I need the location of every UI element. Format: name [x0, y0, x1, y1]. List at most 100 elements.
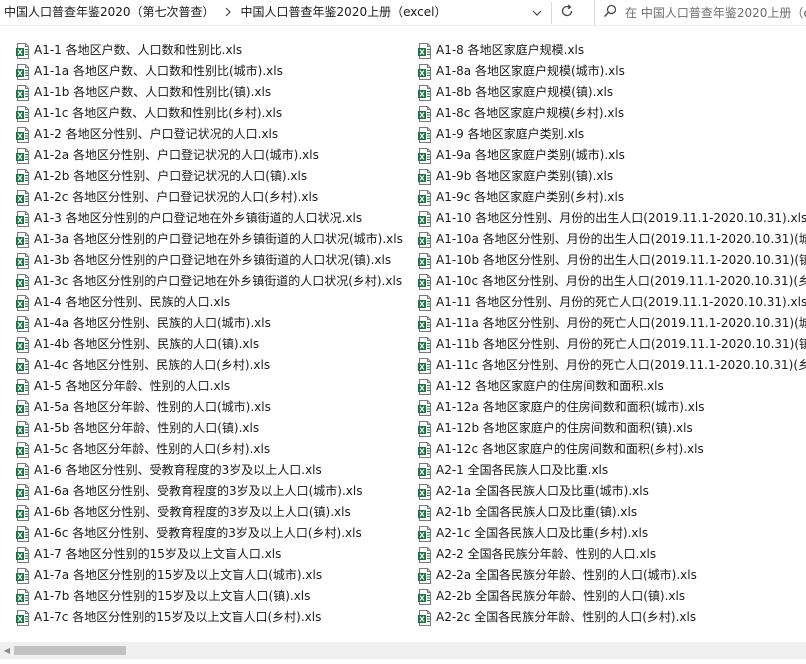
excel-file-icon — [16, 126, 30, 143]
breadcrumb: 中国人口普查年鉴2020（第七次普查） 中国人口普查年鉴2020上册（excel… — [0, 0, 523, 25]
file-item[interactable]: A1-12c 各地区家庭户的住房间数和面积(乡村).xls — [416, 439, 806, 460]
search-input[interactable] — [625, 5, 806, 20]
file-item[interactable]: A1-5c 各地区分年龄、性别的人口(乡村).xls — [14, 439, 414, 460]
file-item[interactable]: A2-1a 全国各民族人口及比重(城市).xls — [416, 481, 806, 502]
file-item[interactable]: A1-2a 各地区分性别、户口登记状况的人口(城市).xls — [14, 145, 414, 166]
file-name: A1-9b 各地区家庭户类别(镇).xls — [436, 169, 614, 183]
file-item[interactable]: A1-1a 各地区户数、人口数和性别比(城市).xls — [14, 61, 414, 82]
file-item[interactable]: A1-3 各地区分性别的户口登记地在外乡镇街道的人口状况.xls — [14, 208, 414, 229]
file-item[interactable]: A1-9b 各地区家庭户类别(镇).xls — [416, 166, 806, 187]
file-item[interactable]: A1-9c 各地区家庭户类别(乡村).xls — [416, 187, 806, 208]
file-item[interactable]: A1-6c 各地区分性别、受教育程度的3岁及以上人口(乡村).xls — [14, 523, 414, 544]
file-name: A1-3a 各地区分性别的户口登记地在外乡镇街道的人口状况(城市).xls — [34, 232, 403, 246]
file-name: A1-8 各地区家庭户规模.xls — [436, 43, 585, 57]
file-item[interactable]: A2-2 全国各民族分年龄、性别的人口.xls — [416, 544, 806, 565]
file-item[interactable]: A1-4b 各地区分性别、民族的人口(镇).xls — [14, 334, 414, 355]
file-name: A1-9 各地区家庭户类别.xls — [436, 127, 585, 141]
horizontal-scrollbar[interactable]: ◀ — [0, 642, 806, 659]
file-item[interactable]: A2-1 全国各民族人口及比重.xls — [416, 460, 806, 481]
file-item[interactable]: A2-2a 全国各民族分年龄、性别的人口(城市).xls — [416, 565, 806, 586]
file-item[interactable]: A1-12b 各地区家庭户的住房间数和面积(镇).xls — [416, 418, 806, 439]
file-item[interactable]: A1-6a 各地区分性别、受教育程度的3岁及以上人口(城市).xls — [14, 481, 414, 502]
refresh-button[interactable] — [552, 0, 582, 25]
excel-file-icon — [418, 315, 432, 332]
file-item[interactable]: A1-12 各地区家庭户的住房间数和面积.xls — [416, 376, 806, 397]
file-item[interactable]: A1-11 各地区分性别、月份的死亡人口(2019.11.1-2020.10.3… — [416, 292, 806, 313]
file-item[interactable]: A1-11a 各地区分性别、月份的死亡人口(2019.11.1-2020.10.… — [416, 313, 806, 334]
file-item[interactable]: A1-8b 各地区家庭户规模(镇).xls — [416, 82, 806, 103]
file-item[interactable]: A1-10 各地区分性别、月份的出生人口(2019.11.1-2020.10.3… — [416, 208, 806, 229]
search-box[interactable] — [594, 0, 806, 25]
file-name: A1-3 各地区分性别的户口登记地在外乡镇街道的人口状况.xls — [34, 211, 363, 225]
file-item[interactable]: A1-8 各地区家庭户规模.xls — [416, 40, 806, 61]
file-item[interactable]: A1-11b 各地区分性别、月份的死亡人口(2019.11.1-2020.10.… — [416, 334, 806, 355]
file-item[interactable]: A1-10b 各地区分性别、月份的出生人口(2019.11.1-2020.10.… — [416, 250, 806, 271]
excel-file-icon — [16, 420, 30, 437]
file-item[interactable]: A1-4a 各地区分性别、民族的人口(城市).xls — [14, 313, 414, 334]
file-item[interactable]: A1-2c 各地区分性别、户口登记状况的人口(乡村).xls — [14, 187, 414, 208]
file-item[interactable]: A1-11c 各地区分性别、月份的死亡人口(2019.11.1-2020.10.… — [416, 355, 806, 376]
file-item[interactable]: A1-7 各地区分性别的15岁及以上文盲人口.xls — [14, 544, 414, 565]
breadcrumb-parent[interactable]: 中国人口普查年鉴2020（第七次普查） — [0, 0, 219, 25]
file-item[interactable]: A1-1c 各地区户数、人口数和性别比(乡村).xls — [14, 103, 414, 124]
excel-file-icon — [16, 42, 30, 59]
file-item[interactable]: A1-10c 各地区分性别、月份的出生人口(2019.11.1-2020.10.… — [416, 271, 806, 292]
file-item[interactable]: A1-6 各地区分性别、受教育程度的3岁及以上人口.xls — [14, 460, 414, 481]
file-name: A1-12b 各地区家庭户的住房间数和面积(镇).xls — [436, 421, 693, 435]
excel-file-icon — [418, 336, 432, 353]
file-item[interactable]: A1-10a 各地区分性别、月份的出生人口(2019.11.1-2020.10.… — [416, 229, 806, 250]
file-item[interactable]: A1-8a 各地区家庭户规模(城市).xls — [416, 61, 806, 82]
file-item[interactable]: A1-9 各地区家庭户类别.xls — [416, 124, 806, 145]
file-item[interactable]: A1-5b 各地区分年龄、性别的人口(镇).xls — [14, 418, 414, 439]
excel-file-icon — [16, 567, 30, 584]
file-name: A1-7b 各地区分性别的15岁及以上文盲人口(镇).xls — [34, 589, 311, 603]
excel-file-icon — [418, 105, 432, 122]
breadcrumb-current[interactable]: 中国人口普查年鉴2020上册（excel） — [237, 0, 451, 25]
file-item[interactable]: A1-8c 各地区家庭户规模(乡村).xls — [416, 103, 806, 124]
file-item[interactable]: A1-7b 各地区分性别的15岁及以上文盲人口(镇).xls — [14, 586, 414, 607]
excel-file-icon — [418, 168, 432, 185]
file-name: A2-2b 全国各民族分年龄、性别的人口(镇).xls — [436, 589, 686, 603]
file-name: A1-5c 各地区分年龄、性别的人口(乡村).xls — [34, 442, 271, 456]
file-name: A1-5a 各地区分年龄、性别的人口(城市).xls — [34, 400, 271, 414]
file-item[interactable]: A2-1c 全国各民族人口及比重(乡村).xls — [416, 523, 806, 544]
file-item[interactable]: A1-5 各地区分年龄、性别的人口.xls — [14, 376, 414, 397]
file-item[interactable]: A1-4 各地区分性别、民族的人口.xls — [14, 292, 414, 313]
file-name: A2-1b 全国各民族人口及比重(镇).xls — [436, 505, 638, 519]
file-item[interactable]: A1-2 各地区分性别、户口登记状况的人口.xls — [14, 124, 414, 145]
file-item[interactable]: A1-2b 各地区分性别、户口登记状况的人口(镇).xls — [14, 166, 414, 187]
excel-file-icon — [16, 147, 30, 164]
file-item[interactable]: A1-9a 各地区家庭户类别(城市).xls — [416, 145, 806, 166]
file-name: A1-10b 各地区分性别、月份的出生人口(2019.11.1-2020.10.… — [436, 253, 806, 267]
file-item[interactable]: A1-12a 各地区家庭户的住房间数和面积(城市).xls — [416, 397, 806, 418]
file-name: A1-6c 各地区分性别、受教育程度的3岁及以上人口(乡村).xls — [34, 526, 362, 540]
file-item[interactable]: A2-2c 全国各民族分年龄、性别的人口(乡村).xls — [416, 607, 806, 628]
chevron-right-icon[interactable] — [219, 6, 237, 20]
file-item[interactable]: A1-3c 各地区分性别的户口登记地在外乡镇街道的人口状况(乡村).xls — [14, 271, 414, 292]
excel-file-icon — [418, 294, 432, 311]
excel-file-icon — [418, 42, 432, 59]
file-item[interactable]: A2-2b 全国各民族分年龄、性别的人口(镇).xls — [416, 586, 806, 607]
file-item[interactable]: A1-3b 各地区分性别的户口登记地在外乡镇街道的人口状况(镇).xls — [14, 250, 414, 271]
file-item[interactable]: A1-1 各地区户数、人口数和性别比.xls — [14, 40, 414, 61]
file-item[interactable]: A1-7c 各地区分性别的15岁及以上文盲人口(乡村).xls — [14, 607, 414, 628]
file-item[interactable]: A1-5a 各地区分年龄、性别的人口(城市).xls — [14, 397, 414, 418]
scroll-left-arrow-icon[interactable]: ◀ — [2, 642, 12, 659]
file-item[interactable]: A1-6b 各地区分性别、受教育程度的3岁及以上人口(镇).xls — [14, 502, 414, 523]
scrollbar-thumb[interactable] — [14, 646, 126, 655]
file-item[interactable]: A2-1b 全国各民族人口及比重(镇).xls — [416, 502, 806, 523]
file-name: A1-9c 各地区家庭户类别(乡村).xls — [436, 190, 625, 204]
file-item[interactable]: A1-3a 各地区分性别的户口登记地在外乡镇街道的人口状况(城市).xls — [14, 229, 414, 250]
excel-file-icon — [16, 483, 30, 500]
file-name: A1-1 各地区户数、人口数和性别比.xls — [34, 43, 243, 57]
address-dropdown-button[interactable] — [523, 0, 551, 25]
excel-file-icon — [16, 315, 30, 332]
file-name: A1-4c 各地区分性别、民族的人口(乡村).xls — [34, 358, 271, 372]
file-item[interactable]: A1-7a 各地区分性别的15岁及以上文盲人口(城市).xls — [14, 565, 414, 586]
excel-file-icon — [16, 546, 30, 563]
file-item[interactable]: A1-4c 各地区分性别、民族的人口(乡村).xls — [14, 355, 414, 376]
file-name: A1-3b 各地区分性别的户口登记地在外乡镇街道的人口状况(镇).xls — [34, 253, 392, 267]
excel-file-icon — [16, 378, 30, 395]
file-item[interactable]: A1-1b 各地区户数、人口数和性别比(镇).xls — [14, 82, 414, 103]
file-name: A1-12c 各地区家庭户的住房间数和面积(乡村).xls — [436, 442, 704, 456]
